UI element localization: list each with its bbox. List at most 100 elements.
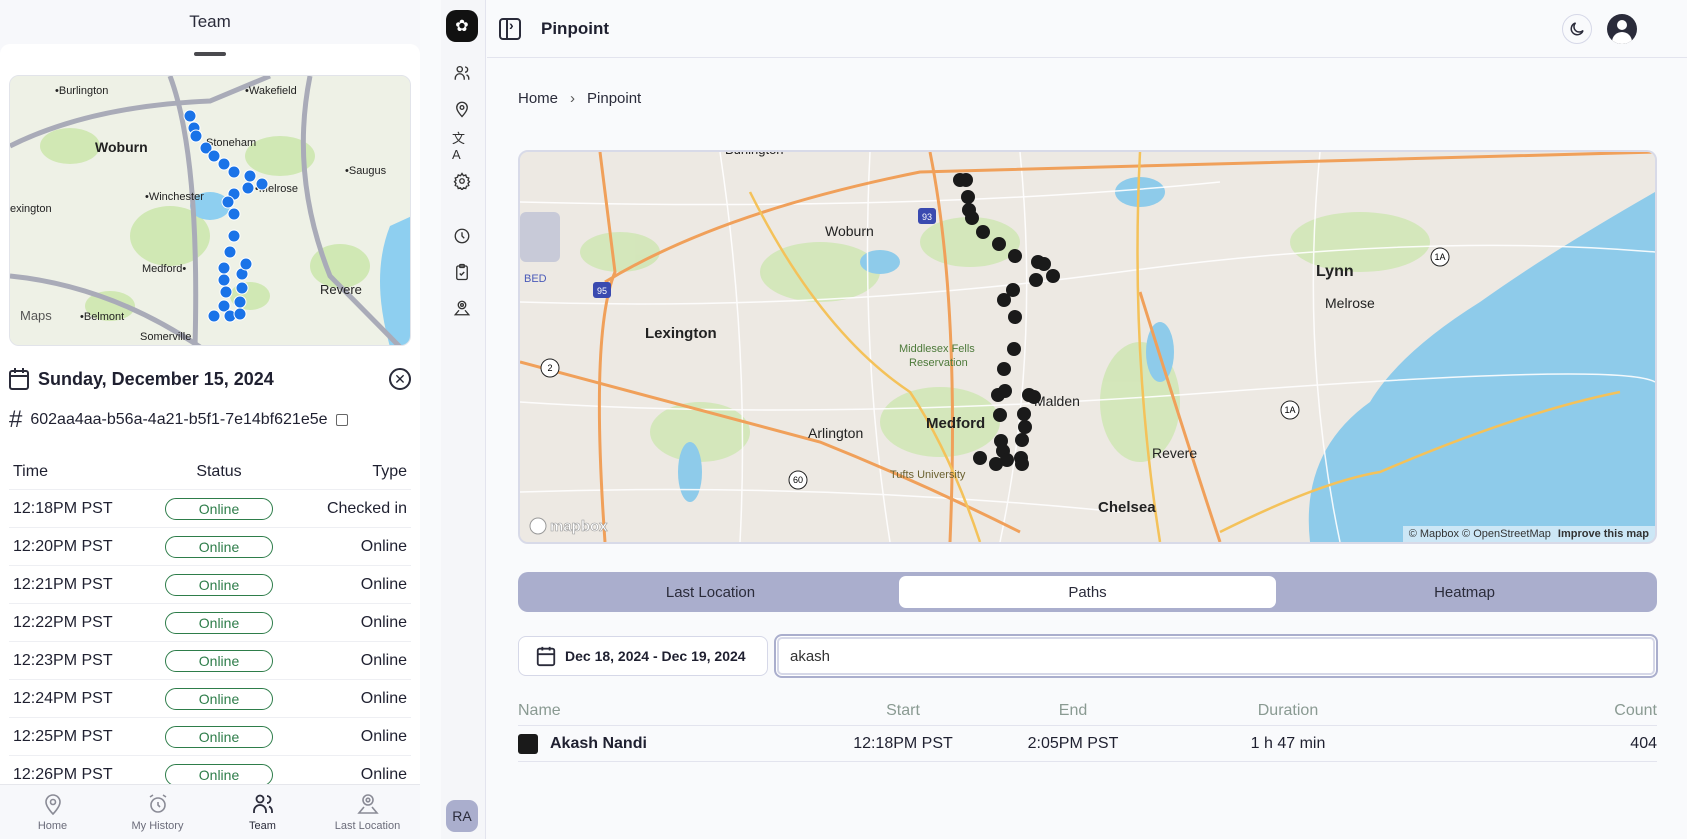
header-name[interactable]: Name (518, 702, 798, 720)
sheet-grabber[interactable] (194, 52, 226, 56)
tab-heatmap[interactable]: Heatmap (1276, 576, 1653, 608)
svg-text:1A: 1A (1284, 405, 1295, 415)
row-type: Checked in (326, 499, 407, 517)
path-point[interactable] (1008, 249, 1022, 263)
icon-sidebar: ✿ 文A RA (441, 0, 486, 839)
tab-last-location[interactable]: Last Location (522, 576, 899, 608)
app-logo[interactable]: ✿ (446, 10, 478, 42)
gear-icon[interactable] (452, 171, 472, 191)
table-row[interactable]: 12:20PM PST Online Online (9, 528, 411, 566)
row-time: 12:21PM PST (13, 575, 113, 593)
paths-table: Name Start End Duration Count Akash Nand… (518, 696, 1657, 762)
path-point[interactable] (997, 293, 1011, 307)
svg-text:BED: BED (524, 273, 547, 285)
path-point[interactable] (1008, 310, 1022, 324)
users-icon (252, 794, 273, 813)
copy-icon[interactable] (335, 414, 348, 426)
clock-icon[interactable] (452, 226, 472, 246)
row-type: Online (360, 651, 407, 669)
mapbox-logo: mapbox (550, 518, 608, 535)
path-point[interactable] (997, 362, 1011, 376)
tab-paths[interactable]: Paths (899, 576, 1276, 608)
header-end[interactable]: End (1008, 702, 1138, 720)
svg-text:Middlesex Fells: Middlesex Fells (899, 343, 975, 355)
map-attribution: © Mapbox © OpenStreetMap Improve this ma… (1402, 526, 1655, 542)
status-badge: Online (165, 649, 273, 672)
header-start[interactable]: Start (798, 702, 1008, 720)
location-person-icon[interactable] (452, 298, 472, 318)
translate-icon[interactable]: 文A (452, 131, 472, 162)
path-point[interactable] (973, 451, 987, 465)
path-point[interactable] (1037, 257, 1051, 271)
header-status: Status (196, 462, 242, 480)
path-point[interactable] (1000, 453, 1014, 467)
sidebar-toggle-icon[interactable] (499, 17, 521, 40)
moon-icon (1570, 22, 1584, 36)
user-avatar[interactable]: RA (446, 800, 478, 832)
search-input[interactable] (774, 634, 1658, 678)
tab-my-history[interactable]: My History (105, 785, 210, 839)
selected-date: Sunday, December 15, 2024 (38, 368, 274, 389)
mini-map[interactable]: •Burlington •Wakefield Woburn Stoneham •… (9, 75, 411, 346)
path-point[interactable] (976, 225, 990, 239)
close-icon[interactable]: ✕ (389, 368, 411, 390)
user-menu-avatar[interactable] (1607, 14, 1637, 44)
svg-text:•Winchester: •Winchester (145, 191, 204, 203)
path-color-swatch[interactable] (518, 733, 538, 754)
path-point[interactable] (1017, 407, 1031, 421)
table-row[interactable]: 12:22PM PST Online Online (9, 604, 411, 642)
tab-team[interactable]: Team (210, 785, 315, 839)
table-row[interactable]: 12:21PM PST Online Online (9, 566, 411, 604)
header-count[interactable]: Count (1438, 702, 1657, 720)
path-point[interactable] (1007, 342, 1021, 356)
top-bar: Pinpoint (487, 0, 1687, 58)
status-badge: Online (165, 611, 273, 634)
breadcrumb: Home › Pinpoint (518, 90, 641, 107)
path-point[interactable] (1029, 273, 1043, 287)
tab-label: Team (249, 820, 276, 832)
path-point[interactable] (992, 237, 1006, 251)
path-point[interactable] (961, 190, 975, 204)
session-id-row: # 602aa4aa-b56a-4a21-b5f1-7e14bf621e5e (9, 406, 348, 434)
table-row[interactable]: 12:25PM PST Online Online (9, 718, 411, 756)
path-point[interactable] (1015, 457, 1029, 471)
table-row[interactable]: 12:23PM PST Online Online (9, 642, 411, 680)
attribution-text[interactable]: © Mapbox © OpenStreetMap (1409, 528, 1551, 540)
clipboard-check-icon[interactable] (452, 262, 472, 282)
status-badge: Online (165, 763, 273, 786)
view-tabs: Last Location Paths Heatmap (518, 572, 1657, 612)
svg-text:Woburn: Woburn (825, 223, 874, 239)
paths-table-header: Name Start End Duration Count (518, 696, 1657, 726)
path-point[interactable] (1046, 269, 1060, 283)
path-point[interactable] (959, 173, 973, 187)
row-name: Akash Nandi (550, 734, 647, 752)
table-row[interactable]: Akash Nandi 12:18PM PST 2:05PM PST 1 h 4… (518, 726, 1657, 762)
path-point[interactable] (998, 384, 1012, 398)
date-range-picker[interactable]: Dec 18, 2024 - Dec 19, 2024 (518, 636, 768, 676)
path-point[interactable] (1018, 420, 1032, 434)
svg-text:Medford•: Medford• (142, 263, 186, 275)
row-duration: 1 h 47 min (1250, 734, 1326, 752)
path-point[interactable] (965, 211, 979, 225)
row-end: 2:05PM PST (1027, 734, 1119, 752)
bottom-sheet: •Burlington •Wakefield Woburn Stoneham •… (0, 44, 420, 794)
pinpoint-map[interactable]: Burlington Woburn BED Lexington Melrose … (518, 150, 1657, 544)
theme-toggle-button[interactable] (1562, 14, 1592, 44)
table-row[interactable]: 12:24PM PST Online Online (9, 680, 411, 718)
tab-last-location[interactable]: Last Location (315, 785, 420, 839)
alarm-clock-icon (149, 794, 166, 813)
path-point[interactable] (1027, 390, 1041, 404)
users-icon[interactable] (452, 63, 472, 83)
path-point[interactable] (1015, 433, 1029, 447)
table-row[interactable]: 12:18PM PST Online Checked in (9, 490, 411, 528)
tab-home[interactable]: Home (0, 785, 105, 839)
header-duration[interactable]: Duration (1138, 702, 1438, 720)
path-point[interactable] (993, 408, 1007, 422)
svg-text:Burlington: Burlington (725, 152, 784, 157)
breadcrumb-home[interactable]: Home (518, 90, 558, 107)
map-pin-icon[interactable] (452, 99, 472, 119)
svg-text:Medford: Medford (926, 415, 985, 432)
improve-map-link[interactable]: Improve this map (1558, 528, 1649, 540)
row-count: 404 (1630, 734, 1657, 752)
svg-text:1A: 1A (1434, 252, 1445, 262)
